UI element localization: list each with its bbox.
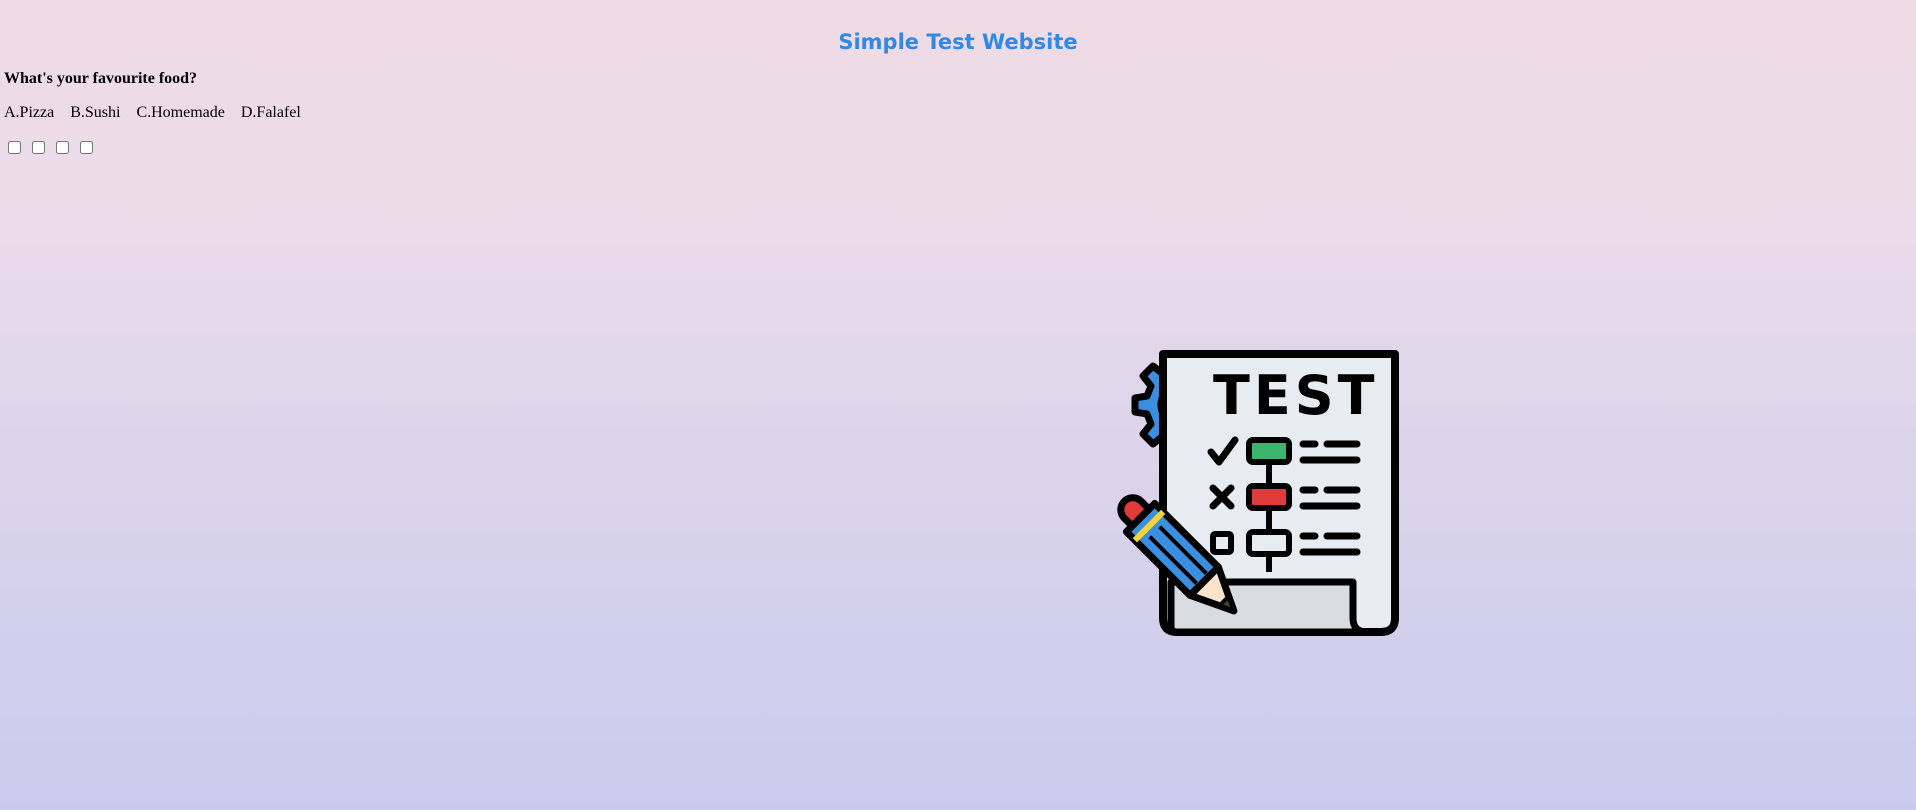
option-c-checkbox[interactable] xyxy=(56,141,69,154)
answer-checkboxes xyxy=(8,141,93,154)
option-c-label: C.Homemade xyxy=(136,104,225,121)
option-a-label: A.Pizza xyxy=(4,104,55,121)
question-text: What's your favourite food? xyxy=(4,70,198,87)
page-title: Simple Test Website xyxy=(838,30,1078,54)
option-d-checkbox[interactable] xyxy=(80,141,93,154)
answer-options-labels: A.Pizza B.Sushi C.Homemade D.Falafel xyxy=(4,104,301,122)
option-b-label: B.Sushi xyxy=(70,104,121,121)
test-paper-pencil-gear-icon: TEST xyxy=(1117,350,1399,636)
option-d-label: D.Falafel xyxy=(240,104,301,121)
test-text: TEST xyxy=(1213,364,1378,427)
option-a-checkbox[interactable] xyxy=(8,141,21,154)
option-b-checkbox[interactable] xyxy=(32,141,45,154)
